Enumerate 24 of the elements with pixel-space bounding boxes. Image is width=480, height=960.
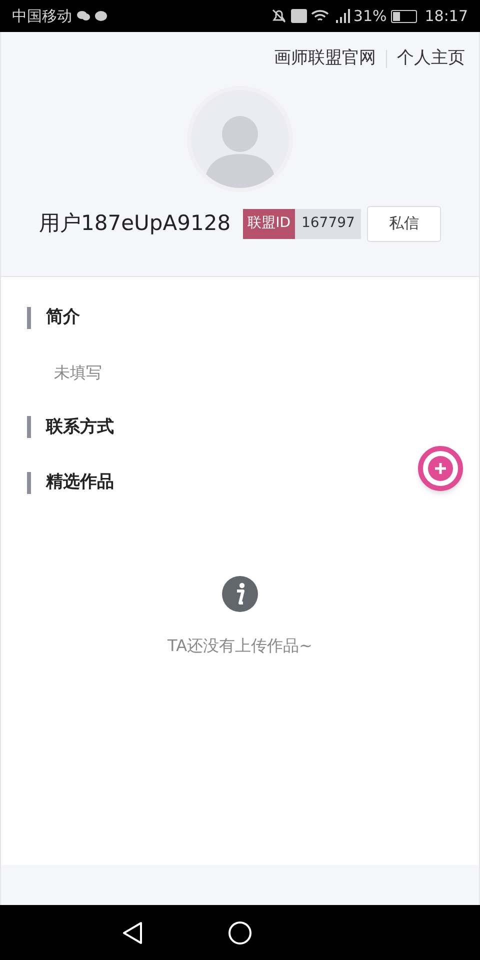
user-name: 用户187eUpA9128: [39, 210, 231, 237]
battery-icon: [390, 10, 417, 22]
add-button[interactable]: [418, 446, 463, 491]
id-label: 联盟ID: [242, 208, 296, 238]
battery-percent: 31%: [353, 6, 387, 27]
info-icon: [222, 576, 258, 612]
plus-icon: [428, 456, 453, 481]
message-button[interactable]: 私信: [366, 206, 441, 242]
signal-icon: [333, 8, 352, 24]
id-value: 167797: [295, 208, 361, 238]
back-icon[interactable]: [122, 920, 144, 944]
section-text: 未填写: [53, 362, 103, 384]
section-title: 联系方式: [46, 416, 114, 438]
carrier-name: 中国移动: [12, 6, 72, 27]
mute-icon: [271, 8, 288, 24]
home-icon[interactable]: [228, 920, 252, 944]
header-link[interactable]: 个人主页: [397, 46, 465, 72]
clock: 18:17: [424, 6, 468, 27]
chat-bubbles-icon: [76, 9, 108, 23]
wifi-icon: [311, 9, 330, 23]
section-title: 简介: [46, 306, 80, 329]
header-link[interactable]: 画师联盟官网: [274, 46, 376, 72]
empty-message: TA还没有上传作品~: [168, 634, 312, 656]
section-title: 精选作品: [46, 471, 114, 494]
